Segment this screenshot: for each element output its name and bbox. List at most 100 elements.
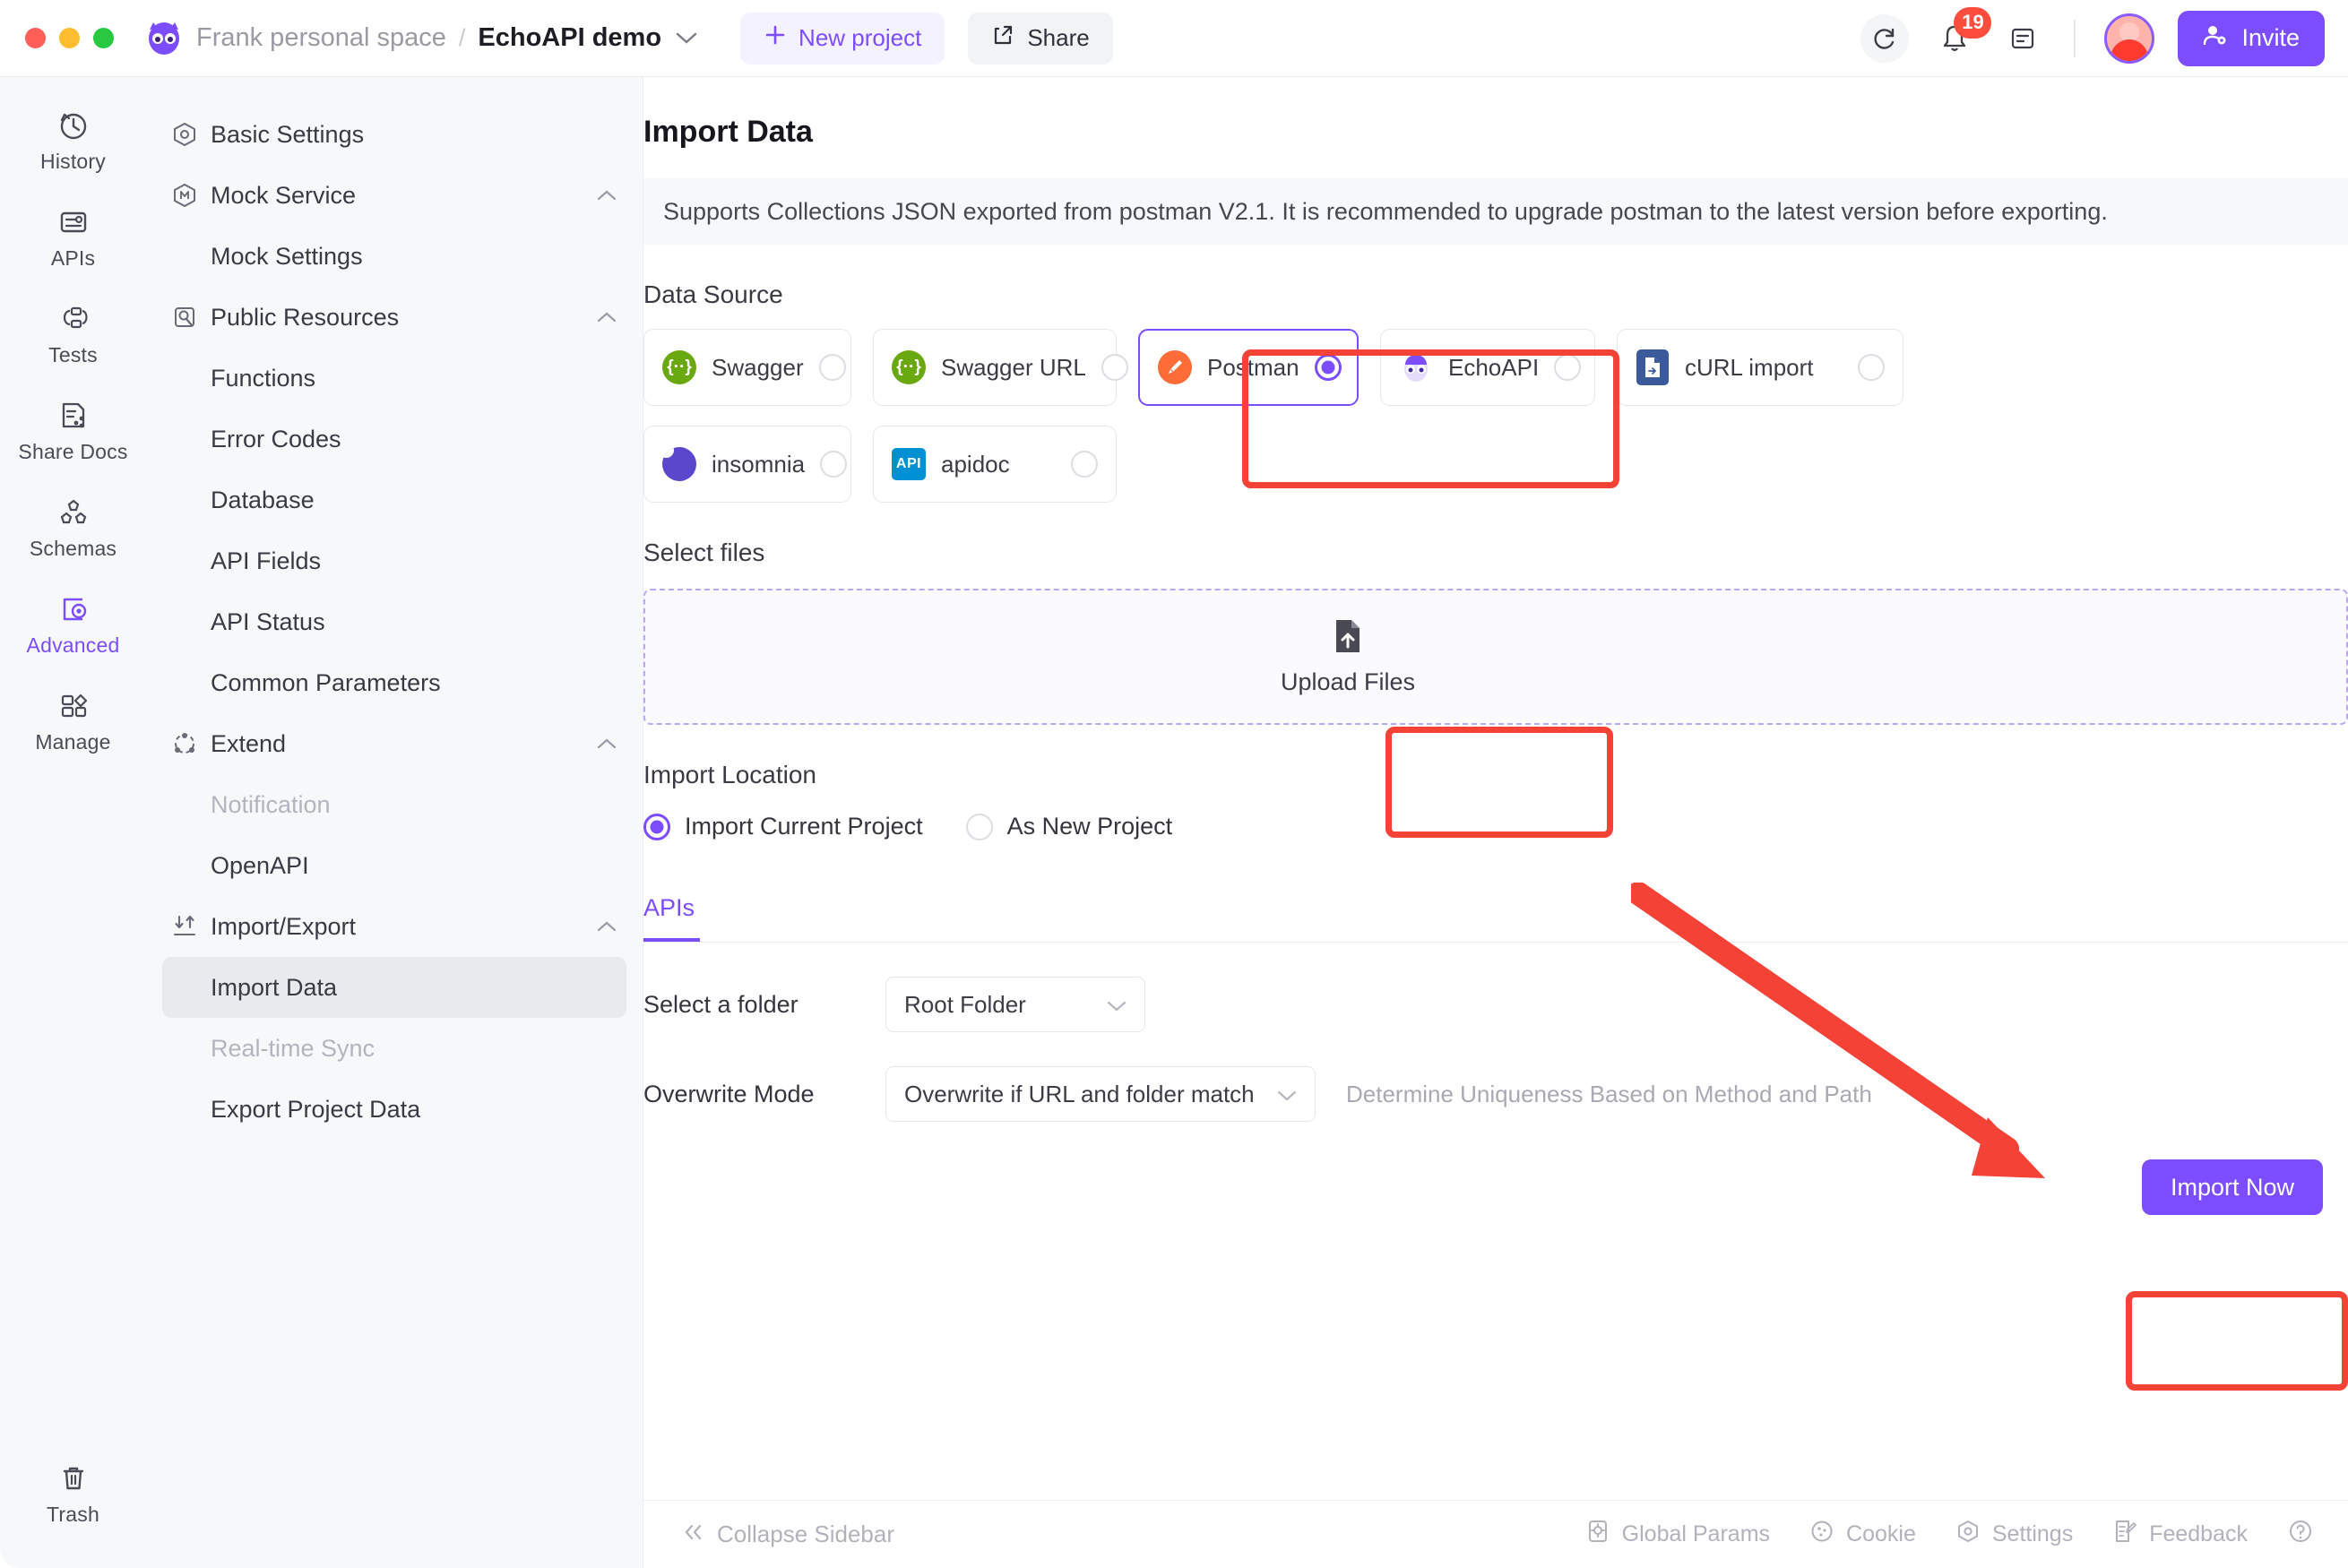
chevron-up-icon[interactable] <box>596 737 617 750</box>
plus-icon <box>764 23 787 53</box>
data-source-insomnia[interactable]: insomnia <box>643 426 851 503</box>
rail-item-schemas[interactable]: Schemas <box>0 484 146 570</box>
invite-button[interactable]: Invite <box>2178 10 2325 66</box>
sidebar-item-export-project-data[interactable]: Export Project Data <box>162 1079 626 1140</box>
data-source-apidoc[interactable]: API apidoc <box>873 426 1117 503</box>
settings-icon <box>1955 1519 1981 1550</box>
chevron-down-icon[interactable] <box>676 32 697 45</box>
data-source-echoapi[interactable]: EchoAPI <box>1380 329 1595 406</box>
rail-item-apis[interactable]: APIs <box>0 194 146 280</box>
notification-badge: 19 <box>1954 6 1992 39</box>
sidebar-item-extend[interactable]: Extend <box>162 713 626 774</box>
option-as-new-project[interactable]: As New Project <box>965 813 1172 840</box>
import-now-button[interactable]: Import Now <box>2141 1159 2323 1215</box>
sidebar-label: API Status <box>211 607 325 635</box>
cookie-button[interactable]: Cookie <box>1809 1519 1916 1550</box>
info-banner: Supports Collections JSON exported from … <box>643 178 2348 245</box>
sidebar-item-error-codes[interactable]: Error Codes <box>162 409 626 470</box>
settings-button[interactable]: Settings <box>1955 1519 2073 1550</box>
sidebar-label: OpenAPI <box>211 851 309 879</box>
sidebar-item-common-parameters[interactable]: Common Parameters <box>162 652 626 713</box>
sidebar-item-api-fields[interactable]: API Fields <box>162 530 626 591</box>
sidebar-label: Common Parameters <box>211 668 441 696</box>
data-source-radio[interactable] <box>1071 451 1098 478</box>
tab-apis[interactable]: APIs <box>643 894 701 942</box>
chevron-up-icon[interactable] <box>596 920 617 933</box>
chevron-up-icon[interactable] <box>596 311 617 323</box>
rail-item-advanced[interactable]: Advanced <box>0 581 146 667</box>
rail-item-trash[interactable]: Trash <box>0 1450 146 1536</box>
rail-item-tests[interactable]: Tests <box>0 290 146 376</box>
data-source-radio[interactable] <box>1858 354 1885 381</box>
insomnia-icon <box>662 447 696 481</box>
data-source-curl-import[interactable]: cURL import <box>1617 329 1903 406</box>
rail-item-share-docs[interactable]: Share Docs <box>0 387 146 473</box>
main-content: Import Data Supports Collections JSON ex… <box>643 77 2348 1568</box>
option-import-current-project[interactable]: Import Current Project <box>643 813 923 840</box>
new-project-button[interactable]: New project <box>740 12 945 65</box>
data-source-swagger[interactable]: {··} Swagger <box>643 329 851 406</box>
sidebar-item-import-data[interactable]: Import Data <box>162 957 626 1018</box>
folder-select[interactable]: Root Folder <box>885 977 1145 1032</box>
sidebar-item-mock-settings[interactable]: Mock Settings <box>162 226 626 287</box>
minimize-window-button[interactable] <box>59 28 80 48</box>
data-source-radio[interactable] <box>820 451 848 478</box>
rail-label: History <box>40 150 106 173</box>
uniqueness-hint: Determine Uniqueness Based on Method and… <box>1346 1080 1872 1107</box>
maximize-window-button[interactable] <box>93 28 114 48</box>
share-button[interactable]: Share <box>968 12 1113 65</box>
feedback-button[interactable]: Feedback <box>2112 1519 2248 1550</box>
sidebar-item-basic-settings[interactable]: Basic Settings <box>162 104 626 165</box>
help-button[interactable] <box>2287 1518 2314 1551</box>
upload-files-button[interactable]: Upload Files <box>1281 618 1415 696</box>
notifications-button[interactable]: 19 <box>1932 6 1992 61</box>
notes-button[interactable] <box>2000 16 2045 61</box>
collapse-sidebar-label: Collapse Sidebar <box>717 1521 895 1547</box>
data-source-radio[interactable] <box>1554 354 1582 381</box>
breadcrumb-project[interactable]: EchoAPI demo <box>478 23 661 53</box>
chevron-down-icon <box>1107 991 1127 1019</box>
data-source-postman[interactable]: Postman <box>1138 329 1359 406</box>
sidebar-item-public-resources[interactable]: Public Resources <box>162 287 626 348</box>
global-params-icon <box>1585 1519 1610 1550</box>
status-item-label: Settings <box>1991 1521 2074 1546</box>
avatar[interactable] <box>2104 13 2155 64</box>
sidebar-item-real-time-sync[interactable]: Real-time Sync <box>162 1018 626 1079</box>
sidebar-label: Mock Settings <box>211 242 363 270</box>
new-project-label: New project <box>798 24 922 51</box>
collapse-sidebar-button[interactable]: Collapse Sidebar <box>681 1521 894 1548</box>
breadcrumb-workspace[interactable]: Frank personal space <box>196 23 446 53</box>
data-source-radio[interactable] <box>1101 354 1128 381</box>
sidebar-item-notification[interactable]: Notification <box>162 774 626 835</box>
tab-bar: APIs <box>643 874 2348 943</box>
overwrite-mode-label: Overwrite Mode <box>643 1080 815 1107</box>
sidebar-item-openapi[interactable]: OpenAPI <box>162 835 626 896</box>
sidebar-item-database[interactable]: Database <box>162 470 626 530</box>
import-now-label: Import Now <box>2170 1173 2294 1201</box>
data-source-label: insomnia <box>712 450 806 478</box>
data-source-radio[interactable] <box>818 354 846 381</box>
sidebar-item-import-export[interactable]: Import/Export <box>162 896 626 957</box>
data-source-swagger-url[interactable]: {··} Swagger URL <box>873 329 1128 406</box>
sidebar-label: Public Resources <box>211 303 400 331</box>
rail-label: Share Docs <box>18 440 128 463</box>
file-dropzone[interactable]: Upload Files <box>643 589 2348 725</box>
data-source-label: Swagger <box>712 353 804 381</box>
sidebar-label: Import Data <box>211 973 338 1001</box>
sidebar-label: Mock Service <box>211 181 357 209</box>
sidebar-item-api-status[interactable]: API Status <box>162 591 626 652</box>
radio-as-new-project[interactable] <box>965 813 993 840</box>
data-source-radio[interactable] <box>1314 354 1342 381</box>
chevron-up-icon[interactable] <box>596 189 617 202</box>
refresh-button[interactable] <box>1860 13 1910 63</box>
sidebar-label: Real-time Sync <box>211 1034 376 1062</box>
global-params-button[interactable]: Global Params <box>1585 1519 1770 1550</box>
sidebar-item-functions[interactable]: Functions <box>162 348 626 409</box>
close-window-button[interactable] <box>25 28 46 48</box>
data-source-label: Swagger URL <box>941 353 1086 381</box>
sidebar-item-mock-service[interactable]: Mock Service <box>162 165 626 226</box>
rail-item-manage[interactable]: Manage <box>0 677 146 763</box>
rail-item-history[interactable]: History <box>0 97 146 183</box>
radio-import-current-project[interactable] <box>643 813 670 840</box>
overwrite-mode-select[interactable]: Overwrite if URL and folder match <box>885 1066 1316 1122</box>
